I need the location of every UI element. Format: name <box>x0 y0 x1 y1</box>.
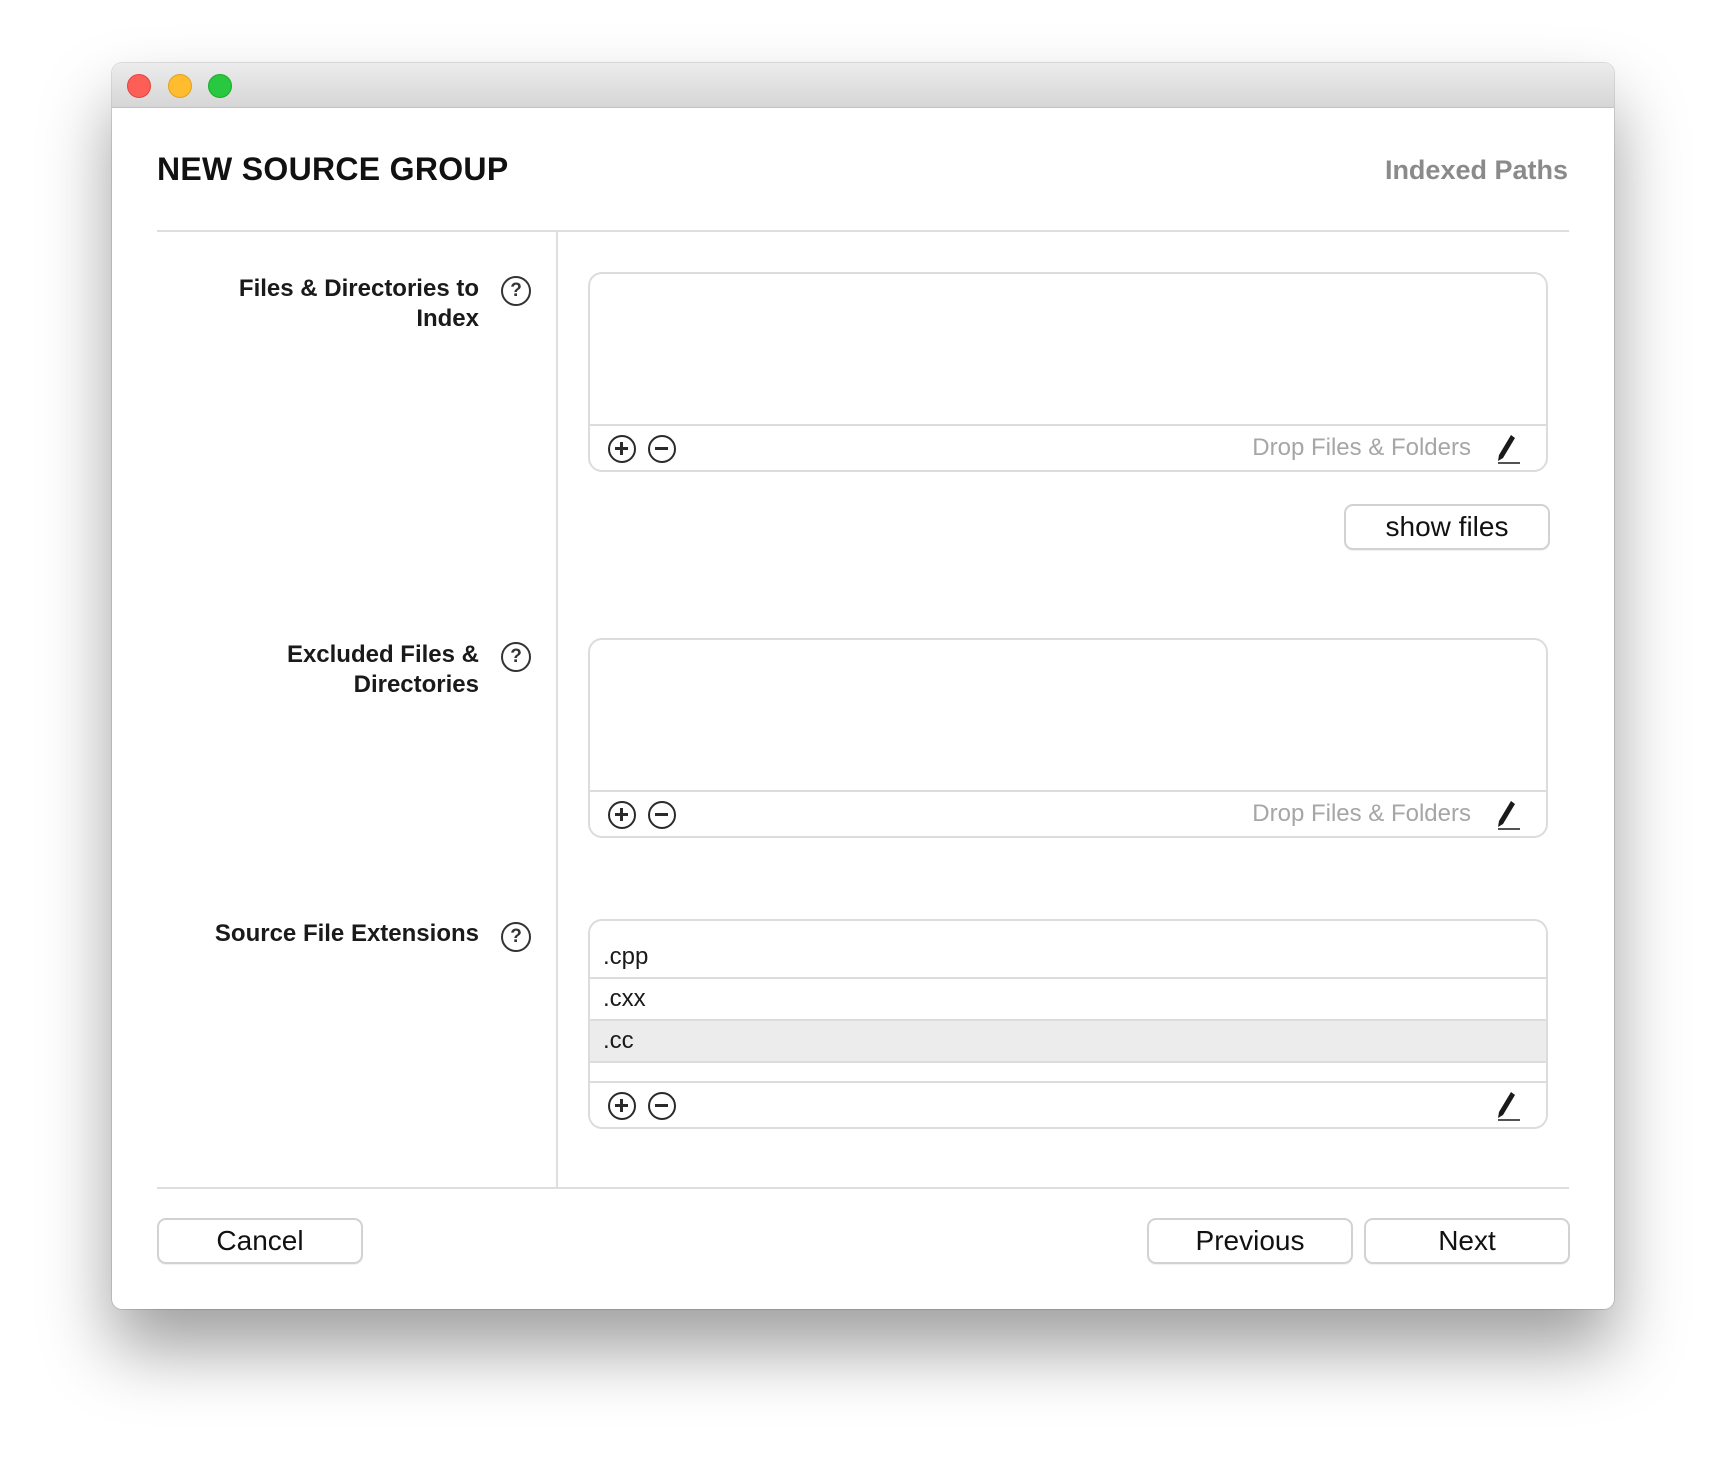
excluded-paths-list[interactable]: Drop Files & Folders <box>588 638 1548 838</box>
extension-row-cpp[interactable]: .cpp <box>590 937 1546 979</box>
excluded-paths-label: Excluded Files & Directories <box>286 641 479 698</box>
extension-row-cc[interactable]: .cc <box>590 1021 1546 1063</box>
source-extensions-label: Source File Extensions <box>214 920 479 947</box>
cancel-button[interactable]: Cancel <box>157 1218 363 1264</box>
edit-extensions-pencil-icon[interactable] <box>1494 1090 1522 1122</box>
footer-divider <box>157 1187 1569 1189</box>
source-extensions-list[interactable]: .cpp .cxx .cc <box>588 919 1548 1129</box>
indexed-paths-help-icon[interactable]: ? <box>501 276 531 306</box>
show-files-button[interactable]: show files <box>1344 504 1550 550</box>
edit-indexed-paths-pencil-icon[interactable] <box>1494 433 1522 465</box>
remove-extension-button[interactable] <box>648 1092 676 1120</box>
zoom-window-button[interactable] <box>208 74 232 98</box>
next-button[interactable]: Next <box>1364 1218 1570 1264</box>
source-extensions-list-footer <box>590 1081 1546 1127</box>
excluded-paths-list-area[interactable] <box>590 640 1546 792</box>
excluded-paths-drop-hint: Drop Files & Folders <box>1252 800 1471 827</box>
wizard-step-label: Indexed Paths <box>1384 155 1568 185</box>
add-excluded-path-button[interactable] <box>608 801 636 829</box>
remove-indexed-path-button[interactable] <box>648 435 676 463</box>
add-extension-button[interactable] <box>608 1092 636 1120</box>
minimize-window-button[interactable] <box>168 74 192 98</box>
column-divider <box>556 231 558 1187</box>
edit-excluded-paths-pencil-icon[interactable] <box>1494 799 1522 831</box>
add-indexed-path-button[interactable] <box>608 435 636 463</box>
indexed-paths-list[interactable]: Drop Files & Folders <box>588 272 1548 472</box>
previous-button[interactable]: Previous <box>1147 1218 1353 1264</box>
indexed-paths-drop-hint: Drop Files & Folders <box>1252 434 1471 461</box>
indexed-paths-list-area[interactable] <box>590 274 1546 426</box>
header-divider <box>157 230 1569 232</box>
excluded-paths-help-icon[interactable]: ? <box>501 642 531 672</box>
close-window-button[interactable] <box>127 74 151 98</box>
excluded-paths-list-footer: Drop Files & Folders <box>590 790 1546 836</box>
source-extensions-help-icon[interactable]: ? <box>501 922 531 952</box>
title-bar[interactable] <box>112 63 1614 108</box>
dialog-window: NEW SOURCE GROUP Indexed Paths Files & D… <box>112 63 1614 1309</box>
indexed-paths-label: Files & Directories to Index <box>238 275 479 332</box>
page-title: NEW SOURCE GROUP <box>157 151 509 187</box>
indexed-paths-list-footer: Drop Files & Folders <box>590 424 1546 470</box>
remove-excluded-path-button[interactable] <box>648 801 676 829</box>
extension-row-cxx[interactable]: .cxx <box>590 979 1546 1021</box>
